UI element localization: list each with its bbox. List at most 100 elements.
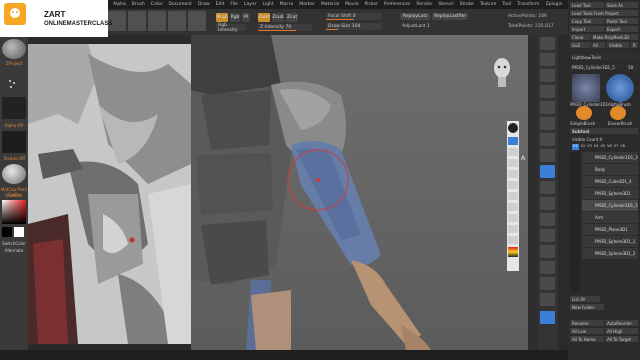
draw-size-slider[interactable]: Draw Size 104 xyxy=(326,23,382,30)
visibility-set[interactable]: V7 xyxy=(614,144,619,150)
trash-icon[interactable] xyxy=(508,225,518,233)
bpr-button[interactable] xyxy=(540,37,555,50)
navigation-head-icon[interactable] xyxy=(491,55,513,89)
menu-item[interactable]: Tool xyxy=(502,2,511,7)
lightbox-tools-button[interactable]: Lightbox▸Tools xyxy=(570,54,638,60)
rotate-button[interactable] xyxy=(188,11,206,31)
menu-item[interactable]: Transform xyxy=(517,2,539,7)
transp-button[interactable] xyxy=(540,261,555,274)
menu-item[interactable]: Macro xyxy=(280,2,294,7)
main-color-swatch[interactable] xyxy=(2,227,12,237)
subtool-row[interactable]: PM3D_Sphere3D1_1 xyxy=(582,236,638,247)
3d-viewport[interactable]: A xyxy=(191,35,528,350)
zsub-button[interactable]: Zsub xyxy=(272,13,284,22)
menu-item[interactable]: Light xyxy=(262,2,273,7)
save-as-button[interactable]: Save As xyxy=(605,2,638,8)
zcut-button[interactable]: Zcut xyxy=(286,13,298,22)
matcap-thumbnail[interactable] xyxy=(2,164,26,184)
all-high-button[interactable]: All High xyxy=(605,328,638,334)
rotate-view-button[interactable] xyxy=(540,229,555,242)
subtool-scrollbar[interactable] xyxy=(570,152,580,292)
subtool-row[interactable]: PM3D_Sphere3D1_2 xyxy=(582,248,638,259)
move-view-button[interactable] xyxy=(540,197,555,210)
goz-button[interactable]: GoZ xyxy=(570,42,590,48)
zoom-button[interactable] xyxy=(540,69,555,82)
rgb-button[interactable]: Rgb xyxy=(230,13,240,22)
frame-button[interactable] xyxy=(540,181,555,194)
menu-item[interactable]: Movie xyxy=(345,2,358,7)
menu-item[interactable]: Texture xyxy=(480,2,496,7)
visibility-set[interactable]: V6 xyxy=(607,144,612,150)
eye-icon[interactable] xyxy=(508,137,518,145)
z-intensity-slider[interactable]: Z Intensity 70 xyxy=(258,24,312,31)
menu-item[interactable]: Edit xyxy=(216,2,225,7)
visible-button[interactable]: Visible xyxy=(607,42,629,48)
scale-button[interactable] xyxy=(168,11,186,31)
tool-thumb-cylinder[interactable] xyxy=(572,74,600,102)
polyf-button[interactable] xyxy=(540,245,555,258)
aahalf-button[interactable] xyxy=(540,101,555,114)
clip-icon[interactable] xyxy=(508,203,518,211)
all-to-home-button[interactable]: All To Home xyxy=(570,336,604,342)
visibility-set[interactable]: V2 xyxy=(581,144,586,150)
menu-item[interactable]: Material xyxy=(321,2,339,7)
menu-item[interactable]: Brush xyxy=(132,2,145,7)
focal-shift-slider[interactable]: Focal Shift 0 xyxy=(326,13,382,20)
menu-item[interactable]: Marker xyxy=(299,2,315,7)
tool-thumb-alphabrush[interactable] xyxy=(606,74,634,102)
texture-thumbnail[interactable] xyxy=(2,131,26,153)
bulb-icon[interactable] xyxy=(508,123,518,133)
new-folder-button[interactable]: New Folder xyxy=(570,304,604,310)
brush-thumbnail[interactable] xyxy=(2,39,26,59)
color-picker[interactable] xyxy=(2,200,26,224)
menu-item[interactable]: Color xyxy=(151,2,163,7)
persp-button[interactable] xyxy=(540,117,555,130)
dot-icon[interactable] xyxy=(508,181,518,189)
all-low-button[interactable]: All Low xyxy=(570,328,604,334)
xyz-button[interactable] xyxy=(540,165,555,178)
ghost-button[interactable] xyxy=(540,277,555,290)
r-button[interactable]: R xyxy=(631,42,638,48)
visibility-set[interactable]: V4 xyxy=(594,144,599,150)
actual-button[interactable] xyxy=(540,85,555,98)
all-button[interactable]: All xyxy=(591,42,605,48)
subtool-row[interactable]: PM3D_Cylinder3D1_3 xyxy=(582,152,638,163)
subtool-row[interactable]: Body xyxy=(582,164,638,175)
load-tools-from-project-button[interactable]: Load Tools From Project xyxy=(570,10,638,16)
snip-icon[interactable] xyxy=(508,159,518,167)
subtool-row[interactable]: Arm xyxy=(582,212,638,223)
spix-button[interactable] xyxy=(540,53,555,66)
menu-item[interactable]: Preferences xyxy=(384,2,410,7)
solo-button[interactable] xyxy=(540,293,555,306)
tool-thumb-eraserbrush[interactable] xyxy=(610,106,626,120)
tool-thumb-simplebrush[interactable] xyxy=(576,106,592,120)
local-button[interactable] xyxy=(540,149,555,162)
subtool-row[interactable]: PM3D_Sphere3D1 xyxy=(582,188,638,199)
visibility-set[interactable]: V5 xyxy=(601,144,606,150)
adjust-last-slider[interactable]: AdjustLast 1 xyxy=(400,23,440,30)
menu-item[interactable]: Zplugin xyxy=(546,2,563,7)
switch-color-button[interactable]: SwitchColor xyxy=(0,241,28,246)
brush-icon[interactable] xyxy=(508,170,518,178)
make-polymesh3d-button[interactable]: Make PolyMesh3D xyxy=(591,34,638,40)
subtool-row-selected[interactable]: PM3D_Cylinder3D1_5 xyxy=(582,200,638,211)
import-button[interactable]: Import xyxy=(570,26,604,32)
paste-tool-button[interactable]: Paste Tool xyxy=(605,18,638,24)
list-all-button[interactable]: List All xyxy=(570,296,600,302)
menu-item[interactable]: Layer xyxy=(244,2,257,7)
xpose-button[interactable] xyxy=(540,311,555,324)
subtool-row[interactable]: PM3D_Cube3D1_4 xyxy=(582,176,638,187)
color-swatch-icon[interactable] xyxy=(508,247,518,257)
zadd-button[interactable]: Zadd xyxy=(258,13,270,22)
visibility-set[interactable]: V8 xyxy=(620,144,625,150)
move-button[interactable] xyxy=(148,11,166,31)
menu-item[interactable]: Picker xyxy=(364,2,377,7)
rgb-intensity-slider[interactable]: Rgb Intensity xyxy=(216,23,246,33)
menu-item[interactable]: Alpha xyxy=(113,2,126,7)
menu-item[interactable]: Draw xyxy=(198,2,210,7)
visibility-set[interactable]: V3 xyxy=(587,144,592,150)
secondary-color-swatch[interactable] xyxy=(14,227,24,237)
pen-icon[interactable] xyxy=(508,148,518,156)
subtool-row[interactable]: PM3D_Plane3D1 xyxy=(582,224,638,235)
visibility-set[interactable]: V1 xyxy=(572,144,579,150)
